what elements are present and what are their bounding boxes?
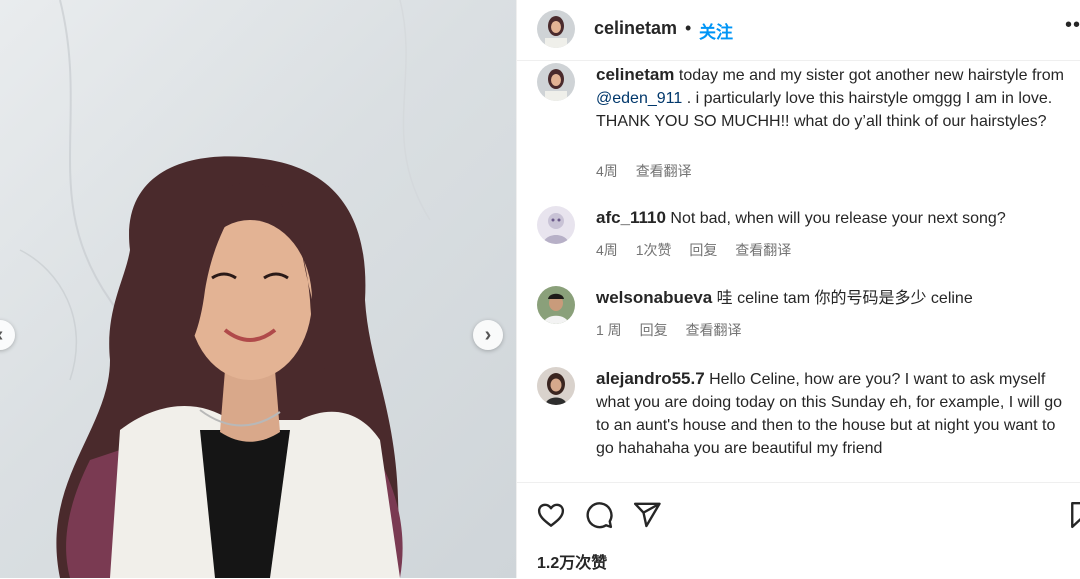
comment-meta: 1 周 回复 查看翻译: [596, 320, 755, 340]
comment-time: 1 周: [596, 322, 622, 338]
comment-username[interactable]: welsonabueva: [596, 288, 712, 307]
follow-button[interactable]: 关注: [699, 18, 733, 43]
chevron-right-icon: ›: [484, 324, 492, 346]
commenter-avatar[interactable]: [537, 286, 575, 324]
translate-link[interactable]: 查看翻译: [735, 242, 791, 258]
mention-link[interactable]: @eden_911: [596, 90, 682, 107]
caption-time: 4周: [596, 163, 618, 179]
post-photo[interactable]: ‹ ›: [0, 0, 516, 578]
comments-list[interactable]: celinetam today me and my sister got ano…: [517, 61, 1080, 481]
post-actions: 1.2万次赞: [517, 482, 1080, 579]
comment-icon[interactable]: [584, 500, 614, 530]
post-side-panel: celinetam • 关注 ••• celinetam today me an…: [516, 0, 1080, 578]
translate-link[interactable]: 查看翻译: [685, 322, 741, 338]
reply-link[interactable]: 回复: [640, 322, 668, 338]
chevron-left-icon: ‹: [0, 325, 3, 345]
caption-username[interactable]: celinetam: [596, 65, 674, 84]
commenter-avatar[interactable]: [537, 367, 575, 405]
heart-icon[interactable]: [536, 500, 566, 530]
caption-text: celinetam today me and my sister got ano…: [596, 63, 1068, 133]
comment-text: alejandro55.7 Hello Celine, how are you?…: [596, 367, 1068, 460]
reply-link[interactable]: 回复: [689, 242, 717, 258]
caption-translate-link[interactable]: 查看翻译: [636, 163, 692, 179]
comment-username[interactable]: afc_1110: [596, 208, 666, 227]
post-header: celinetam • 关注 •••: [517, 0, 1080, 61]
comment-meta: 4周 1次赞 回复 查看翻译: [596, 240, 805, 260]
comment-text: afc_1110 Not bad, when will you release …: [596, 206, 1068, 230]
comment-username[interactable]: alejandro55.7: [596, 369, 705, 388]
caption-avatar[interactable]: [537, 63, 575, 101]
comment-text: welsonabueva 哇 celine tam 你的号码是多少 celine: [596, 286, 1068, 310]
comment-content: Not bad, when will you release your next…: [665, 210, 1006, 227]
header-separator: •: [685, 18, 692, 38]
comment-time: 4周: [596, 242, 618, 258]
share-icon[interactable]: [632, 500, 662, 530]
comment-likes[interactable]: 1次赞: [636, 242, 672, 258]
author-username[interactable]: celinetam: [594, 18, 677, 39]
portrait-image: [19, 0, 431, 578]
more-options-icon[interactable]: •••: [1065, 14, 1080, 37]
comment-content: 哇 celine tam 你的号码是多少 celine: [712, 290, 973, 307]
author-avatar[interactable]: [537, 10, 575, 48]
caption-text-part: today me and my sister got another new h…: [674, 67, 1064, 84]
next-photo-button[interactable]: ›: [473, 320, 503, 350]
bookmark-icon[interactable]: [1068, 500, 1080, 530]
commenter-avatar[interactable]: [537, 206, 575, 244]
likes-count[interactable]: 1.2万次赞: [537, 549, 607, 573]
caption-meta: 4周 查看翻译: [596, 161, 706, 181]
